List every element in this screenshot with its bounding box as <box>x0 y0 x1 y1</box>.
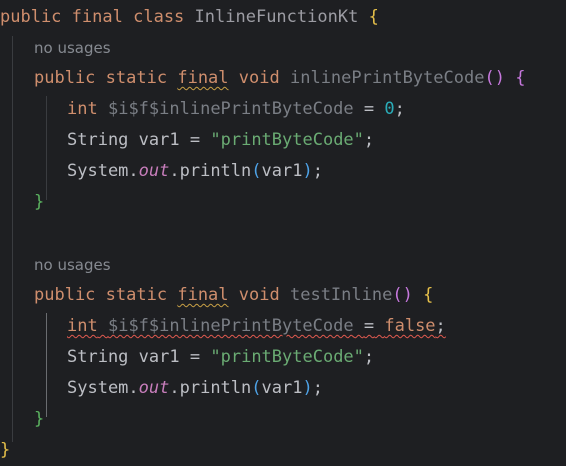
code-line-method-1-stmt-1[interactable]: int $i$f$inlinePrintByteCode = 0; <box>67 94 405 125</box>
semicolon: ; <box>363 347 375 367</box>
keyword-static: static <box>105 285 168 305</box>
method-call-println[interactable]: .println <box>169 378 251 398</box>
indent-guide-method-1 <box>46 96 47 200</box>
usage-hint-method-1[interactable]: no usages <box>34 33 111 64</box>
keyword-static: static <box>105 68 168 88</box>
variable-name[interactable]: var1 <box>139 130 180 150</box>
static-field-out[interactable]: out <box>139 161 170 181</box>
variable-name[interactable]: $i$f$inlinePrintByteCode <box>108 316 354 336</box>
assign-operator: = <box>189 347 201 367</box>
method-paren-close: ) <box>402 285 413 305</box>
semicolon: ; <box>363 130 375 150</box>
class-close-brace: } <box>0 440 11 460</box>
method-paren-open: ( <box>484 68 495 88</box>
keyword-final-warning[interactable]: final <box>177 285 228 305</box>
semicolon: ; <box>312 378 323 398</box>
code-line-method-2-stmt-3[interactable]: System.out.println(var1); <box>67 373 323 404</box>
code-line-method-1-decl[interactable]: public static final void inlinePrintByte… <box>34 63 525 94</box>
code-line-method-2-stmt-2[interactable]: String var1 = "printByteCode"; <box>67 342 374 373</box>
semicolon: ; <box>312 161 323 181</box>
method-1-close-brace: } <box>34 192 45 212</box>
keyword-public: public <box>34 68 96 88</box>
method-name[interactable]: testInline <box>290 285 392 305</box>
type-string: String <box>67 347 129 367</box>
system-class[interactable]: System. <box>67 378 139 398</box>
type-string: String <box>67 130 129 150</box>
class-open-brace: { <box>368 7 379 27</box>
assign-operator: = <box>189 130 201 150</box>
indent-guide-class <box>12 36 13 442</box>
keyword-void: void <box>238 285 280 305</box>
method-2-close-brace: } <box>34 409 45 429</box>
method-open-brace: { <box>515 68 526 88</box>
method-open-brace: { <box>423 285 434 305</box>
number-literal: 0 <box>384 99 395 119</box>
code-line-method-2-stmt-1[interactable]: int $i$f$inlinePrintByteCode = false; <box>67 311 446 342</box>
method-paren-open: ( <box>392 285 403 305</box>
call-paren-open: ( <box>251 378 262 398</box>
keyword-final-warning[interactable]: final <box>177 68 228 88</box>
call-paren-close: ) <box>302 161 313 181</box>
method-name[interactable]: inlinePrintByteCode <box>290 68 484 88</box>
code-line-class-decl[interactable]: public final class InlineFunctionKt { <box>0 2 379 33</box>
type-int: int <box>67 316 98 336</box>
code-line-method-1-stmt-3[interactable]: System.out.println(var1); <box>67 156 323 187</box>
type-int: int <box>67 99 98 119</box>
semicolon: ; <box>394 99 405 119</box>
method-call-println[interactable]: .println <box>169 161 251 181</box>
class-name[interactable]: InlineFunctionKt <box>195 7 359 27</box>
assign-operator: = <box>363 316 375 336</box>
keyword-void: void <box>238 68 280 88</box>
keyword-final: final <box>71 7 123 27</box>
semicolon: ; <box>435 316 446 336</box>
variable-name[interactable]: $i$f$inlinePrintByteCode <box>108 99 354 119</box>
indent-guide-method-2 <box>46 313 47 417</box>
static-field-out[interactable]: out <box>139 378 170 398</box>
keyword-public: public <box>34 285 96 305</box>
code-line-method-2-decl[interactable]: public static final void testInline() { <box>34 280 433 311</box>
string-literal: "printByteCode" <box>210 130 364 150</box>
keyword-class: class <box>133 7 185 27</box>
usage-hint-method-2[interactable]: no usages <box>34 250 111 281</box>
method-paren-close: ) <box>494 68 505 88</box>
call-paren-close: ) <box>302 378 313 398</box>
boolean-literal: false <box>384 316 436 336</box>
assign-operator: = <box>363 99 375 119</box>
call-paren-open: ( <box>251 161 262 181</box>
variable-name[interactable]: var1 <box>139 347 180 367</box>
system-class[interactable]: System. <box>67 161 139 181</box>
string-literal: "printByteCode" <box>210 347 364 367</box>
argument[interactable]: var1 <box>262 161 303 181</box>
argument[interactable]: var1 <box>262 378 303 398</box>
code-line-method-1-stmt-2[interactable]: String var1 = "printByteCode"; <box>67 125 374 156</box>
keyword-public: public <box>0 7 62 27</box>
